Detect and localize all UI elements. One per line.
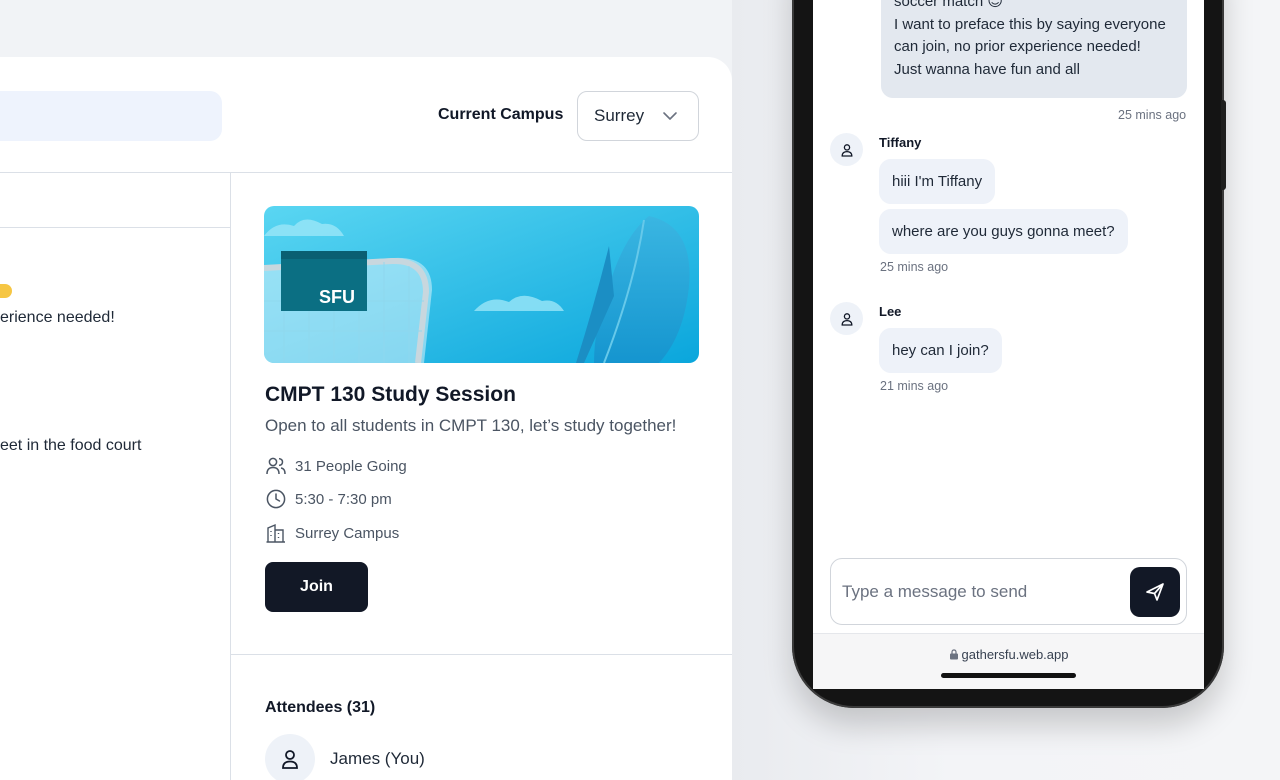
sender-name: Lee <box>879 304 902 319</box>
message-composer <box>830 558 1187 625</box>
send-button[interactable] <box>1130 567 1180 617</box>
my-message-bubble: soccer match 😊 I want to preface this by… <box>881 0 1187 98</box>
chevron-down-icon <box>663 112 677 120</box>
location-row: Surrey Campus <box>265 522 399 544</box>
message-line: can join, no prior experience needed! <box>894 38 1141 55</box>
avatar <box>830 133 863 166</box>
chat-preview-line: erience needed! <box>0 309 115 326</box>
message-timestamp: 25 mins ago <box>880 260 949 274</box>
event-divider <box>231 654 732 655</box>
chat-header-divider <box>0 227 230 228</box>
user-icon <box>841 312 852 326</box>
campus-illustration: SFU <box>264 206 699 363</box>
message-bubble: hiii I'm Tiffany <box>879 159 996 204</box>
user-icon <box>841 143 852 157</box>
message-timestamp: 21 mins ago <box>880 379 949 393</box>
message-bubble: where are you guys gonna meet? <box>879 209 1128 254</box>
time-row: 5:30 - 7:30 pm <box>265 488 392 510</box>
attendees-title: Attendees (31) <box>265 699 376 716</box>
campus-select-value: Surrey <box>594 106 645 125</box>
message-line: I want to preface this by saying everyon… <box>894 15 1166 33</box>
emoji-icon <box>0 284 12 298</box>
event-time: 5:30 - 7:30 pm <box>295 490 392 508</box>
search-bar[interactable] <box>0 91 222 141</box>
lock-icon <box>949 649 958 660</box>
send-icon <box>1146 583 1164 601</box>
user-icon <box>282 750 298 769</box>
avatar <box>265 734 315 780</box>
message-line: Just wanna have fun and all <box>894 60 1080 78</box>
clock-icon <box>266 489 286 509</box>
event-location: Surrey Campus <box>295 524 400 542</box>
message-line: soccer match 😊 <box>894 0 1003 10</box>
event-banner: SFU <box>264 206 699 363</box>
avatar <box>830 302 863 335</box>
campus-label: Current Campus <box>438 106 564 123</box>
event-title: CMPT 130 Study Session <box>265 383 516 406</box>
building-icon <box>266 523 285 543</box>
chat-preview-line: eet in the food court <box>0 437 142 454</box>
sender-name: Tiffany <box>879 135 922 150</box>
people-going: 31 People Going <box>295 457 407 475</box>
message-input[interactable] <box>842 579 1122 605</box>
column-divider <box>230 172 231 780</box>
banner-text: SFU <box>319 287 355 307</box>
app-panel: Current Campus Surrey erience needed! ee… <box>0 57 732 780</box>
header-divider <box>0 172 732 173</box>
campus-select[interactable]: Surrey <box>577 91 699 141</box>
attendee-item[interactable]: James (You) <box>265 734 425 780</box>
attendee-name: James (You) <box>330 749 425 768</box>
join-button[interactable]: Join <box>265 562 368 612</box>
message-bubble: hey can I join? <box>879 328 1002 373</box>
people-going-row: 31 People Going <box>265 455 407 477</box>
browser-url-bar[interactable]: gathersfu.web.app <box>813 633 1204 689</box>
users-icon <box>266 457 286 475</box>
home-indicator <box>941 673 1076 678</box>
phone-side-button <box>1221 100 1226 190</box>
message-timestamp: 25 mins ago <box>1118 108 1187 122</box>
url-display: gathersfu.web.app <box>813 647 1204 662</box>
url-text: gathersfu.web.app <box>961 647 1069 662</box>
event-description: Open to all students in CMPT 130, let’s … <box>265 416 677 435</box>
